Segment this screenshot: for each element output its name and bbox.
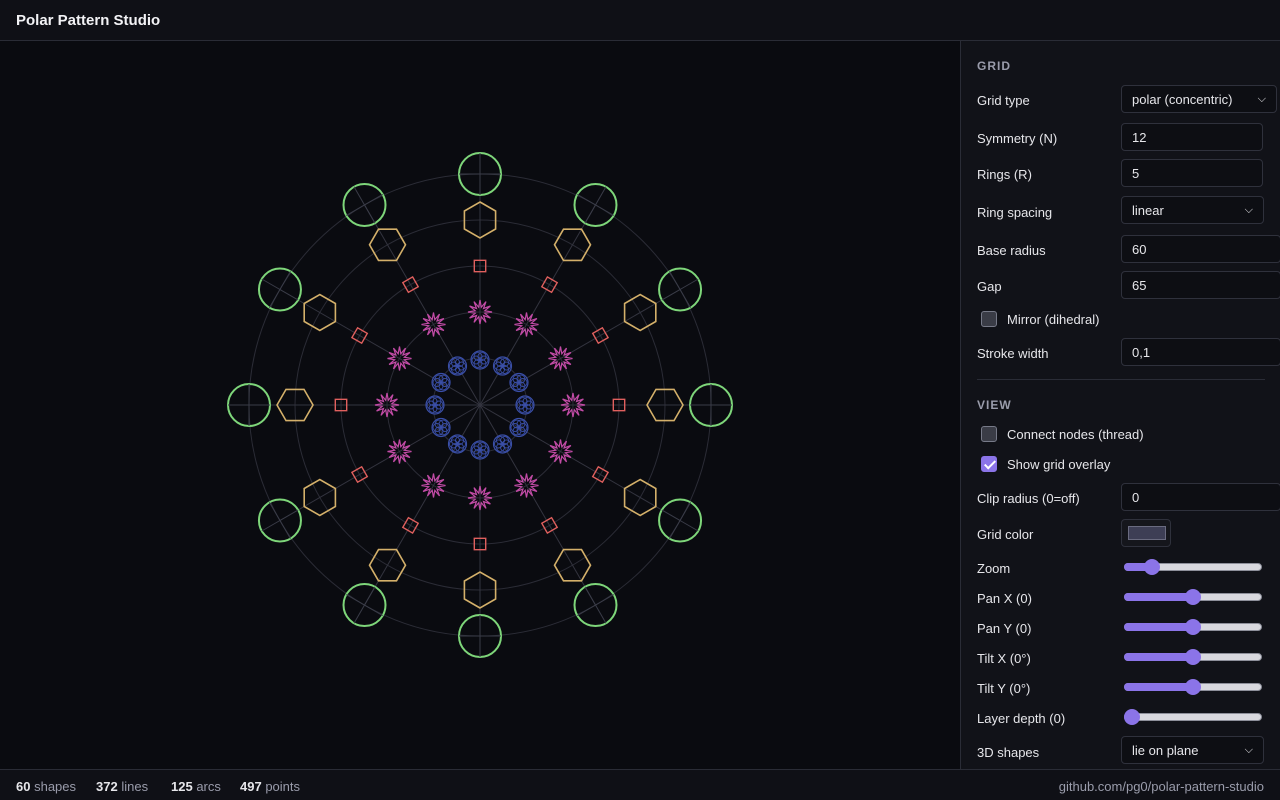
- grid-spoke: [479, 404, 596, 606]
- grid-spoke: [279, 289, 481, 406]
- grid-spoke: [479, 404, 681, 521]
- gap-input[interactable]: 65: [1121, 271, 1280, 299]
- settings-panel: GRID Grid type polar (concentric) ⌵ Symm…: [960, 41, 1280, 769]
- grid-spoke: [279, 404, 481, 521]
- shapes-3d-value: lie on plane: [1132, 742, 1199, 758]
- grid-spoke: [364, 204, 481, 406]
- repo-link[interactable]: github.com/pg0/polar-pattern-studio: [1059, 779, 1264, 794]
- slider-thumb[interactable]: [1185, 589, 1201, 605]
- chevron-down-icon: ⌵: [1244, 203, 1253, 216]
- shapes-count: 60: [16, 779, 31, 794]
- rings-label: Rings (R): [977, 167, 1032, 182]
- grid-color-label: Grid color: [977, 527, 1034, 542]
- arcs-stat: 125 arcs: [171, 779, 221, 794]
- symmetry-label: Symmetry (N): [977, 131, 1058, 146]
- pan-x-slider[interactable]: [1124, 589, 1262, 605]
- layer-depth-slider[interactable]: [1124, 709, 1262, 725]
- slider-fill: [1124, 593, 1193, 601]
- slider-fill: [1124, 683, 1193, 691]
- shapes-unit: shapes: [34, 779, 77, 794]
- ring-spacing-label: Ring spacing: [977, 205, 1053, 220]
- ring5-circle-chord: [577, 194, 614, 216]
- clip-radius-label: Clip radius (0=off): [977, 491, 1080, 506]
- slider-thumb[interactable]: [1185, 619, 1201, 635]
- slider-thumb[interactable]: [1143, 559, 1160, 575]
- title-bar: Polar Pattern Studio: [0, 0, 1280, 41]
- slider-fill: [1124, 623, 1193, 631]
- rings-input[interactable]: 5: [1121, 159, 1263, 187]
- status-bar: 60 shapes 372 lines 125 arcs 497 points …: [0, 769, 1280, 800]
- pattern-svg[interactable]: [0, 41, 960, 769]
- grid-section-title: GRID: [977, 59, 1011, 73]
- slider-thumb[interactable]: [1185, 649, 1201, 665]
- ring5-circle-chord: [669, 271, 691, 308]
- zoom-label: Zoom: [977, 561, 1011, 576]
- pan-x-label: Pan X (0): [977, 591, 1032, 606]
- ring5-circle-chord: [346, 594, 383, 616]
- tilt-x-label: Tilt X (0°): [977, 651, 1031, 666]
- mirror-label: Mirror (dihedral): [1007, 312, 1100, 327]
- tilt-y-slider[interactable]: [1124, 679, 1262, 695]
- slider-track: [1124, 713, 1262, 721]
- grid-type-select[interactable]: polar (concentric) ⌵: [1121, 85, 1277, 113]
- ring-spacing-value: linear: [1132, 202, 1164, 218]
- pan-y-label: Pan Y (0): [977, 621, 1032, 636]
- lines-stat: 372 lines: [96, 779, 148, 794]
- pattern-canvas[interactable]: [0, 41, 960, 769]
- grid-spoke: [479, 204, 596, 406]
- stroke-width-input[interactable]: 0,1: [1121, 338, 1280, 366]
- grid-spoke: [364, 404, 481, 606]
- ring5-circle-chord: [577, 594, 614, 616]
- zoom-slider[interactable]: [1124, 559, 1262, 575]
- grid-type-value: polar (concentric): [1132, 91, 1233, 107]
- tilt-x-slider[interactable]: [1124, 649, 1262, 665]
- layer-depth-label: Layer depth (0): [977, 711, 1066, 726]
- pan-y-slider[interactable]: [1124, 619, 1262, 635]
- slider-thumb[interactable]: [1124, 709, 1140, 725]
- ring-spacing-select[interactable]: linear ⌵: [1121, 196, 1264, 224]
- arcs-count: 125: [171, 779, 193, 794]
- grid-color-swatch: [1128, 526, 1166, 540]
- grid-type-label: Grid type: [977, 93, 1030, 108]
- shapes-stat: 60 shapes: [16, 779, 76, 794]
- clip-radius-input[interactable]: 0: [1121, 483, 1280, 511]
- shapes-3d-select[interactable]: lie on plane ⌵: [1121, 736, 1264, 764]
- view-section-title: VIEW: [977, 398, 1012, 412]
- chevron-down-icon: ⌵: [1244, 743, 1253, 756]
- shapes-3d-label: 3D shapes: [977, 745, 1040, 760]
- points-unit: points: [265, 779, 301, 794]
- app-title: Polar Pattern Studio: [16, 12, 161, 29]
- chevron-down-icon: ⌵: [1257, 92, 1266, 105]
- slider-thumb[interactable]: [1185, 679, 1201, 695]
- grid-spoke: [479, 289, 681, 406]
- points-count: 497: [240, 779, 262, 794]
- connect-nodes-label: Connect nodes (thread): [1007, 427, 1144, 442]
- points-stat: 497 points: [240, 779, 300, 794]
- section-divider: [977, 379, 1265, 380]
- show-grid-checkbox[interactable]: [981, 456, 997, 472]
- connect-nodes-checkbox[interactable]: [981, 426, 997, 442]
- ring5-circle-chord: [269, 502, 291, 539]
- lines-count: 372: [96, 779, 118, 794]
- mirror-checkbox[interactable]: [981, 311, 997, 327]
- ring5-circle-chord: [346, 194, 383, 216]
- slider-fill: [1124, 653, 1193, 661]
- gap-label: Gap: [977, 279, 1002, 294]
- grid-color-picker[interactable]: [1121, 519, 1171, 547]
- ring5-circle-chord: [269, 271, 291, 308]
- arcs-unit: arcs: [196, 779, 221, 794]
- base-radius-label: Base radius: [977, 243, 1046, 258]
- ring5-circle-chord: [669, 502, 691, 539]
- stroke-width-label: Stroke width: [977, 346, 1049, 361]
- base-radius-input[interactable]: 60: [1121, 235, 1280, 263]
- symmetry-input[interactable]: 12: [1121, 123, 1263, 151]
- show-grid-label: Show grid overlay: [1007, 457, 1111, 472]
- tilt-y-label: Tilt Y (0°): [977, 681, 1031, 696]
- lines-unit: lines: [121, 779, 149, 794]
